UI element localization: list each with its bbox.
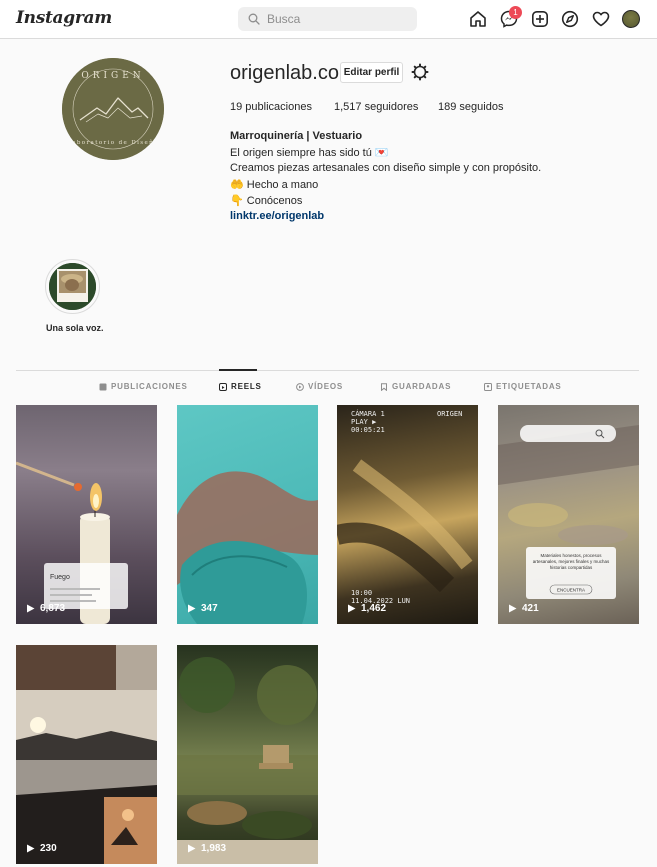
profile-username: origenlab.co [230, 62, 339, 84]
reels-icon [219, 382, 227, 391]
edit-profile-button[interactable]: Editar perfil [340, 62, 403, 83]
reel-thumbnail: CÁMARA 1 PLAY ▶ 00:05:21 ORIGEN 10:00 11… [337, 409, 473, 605]
bio-line: 👇 Conócenos [230, 195, 303, 207]
reel-overlay-button: ENCUENTRA [557, 588, 585, 593]
reel-views: 1,983 [201, 843, 227, 854]
reel-thumbnail: Materiales honestos, procesos artesanale… [498, 425, 639, 599]
reel-views: 6,873 [40, 603, 66, 614]
grid-icon [99, 383, 107, 390]
tab-etiquetadas[interactable]: ETIQUETADAS [484, 382, 562, 391]
tag-icon [484, 382, 492, 391]
reel-play-count: 6,873 [26, 603, 65, 614]
bio-line: 🤲 Hecho a mano [230, 179, 319, 191]
top-nav-bar: Instagram Busca 1 [0, 0, 657, 39]
logo-subtext: Laboratorio de Diseño [67, 139, 159, 146]
reel-views: 230 [40, 843, 57, 854]
reel-overlay-cam: CÁMARA 1 [351, 409, 385, 418]
reel-play-count: 421 [508, 603, 539, 614]
play-icon [188, 604, 196, 613]
bio-line: El origen siempre has sido tú 💌 [230, 147, 389, 159]
posts-count: 19 publicaciones [230, 101, 312, 113]
tab-label: REELS [231, 382, 262, 391]
explore-icon[interactable] [561, 10, 579, 28]
reel-play-count: 1,983 [187, 843, 226, 854]
tab-label: GUARDADAS [392, 382, 452, 391]
reel-thumbnail [177, 471, 318, 624]
reel-views: 1,462 [361, 603, 387, 614]
reel-overlay-play: PLAY ▶ [351, 418, 377, 426]
play-icon [27, 604, 35, 613]
origen-logo: ORIGEN Laboratorio de Diseño [62, 58, 164, 160]
search-input[interactable]: Busca [238, 7, 417, 31]
reel-overlay-clock: 10:00 [351, 589, 372, 597]
settings-gear-icon[interactable] [411, 63, 429, 81]
activity-heart-icon[interactable] [592, 10, 610, 28]
new-post-icon[interactable] [531, 10, 549, 28]
reel-thumbnail: Fuego [16, 461, 128, 624]
reel-overlay-brand: ORIGEN [437, 410, 462, 418]
reel-play-count: 347 [187, 603, 218, 614]
active-tab-indicator [219, 369, 257, 371]
reel-thumbnail [16, 645, 157, 864]
profile-avatar[interactable] [622, 10, 640, 28]
home-icon[interactable] [469, 10, 487, 28]
play-icon [27, 844, 35, 853]
tab-label: PUBLICACIONES [111, 382, 188, 391]
reel-tile[interactable]: Materiales honestos, procesos artesanale… [498, 405, 639, 624]
bookmark-icon [381, 382, 387, 391]
reel-tile[interactable]: Fuego 6,873 [16, 405, 157, 624]
followers-link[interactable]: 1,517 seguidores [334, 101, 418, 113]
reel-tile[interactable]: 347 [177, 405, 318, 624]
instagram-logo[interactable]: Instagram [16, 8, 112, 28]
reel-views: 421 [522, 603, 539, 614]
bio-line: Creamos piezas artesanales con diseño si… [230, 162, 542, 174]
reel-play-count: 230 [26, 843, 57, 854]
notification-badge: 1 [509, 6, 522, 19]
play-icon [348, 604, 356, 613]
bio-name: Marroquinería | Vestuario [230, 130, 363, 142]
tab-guardadas[interactable]: GUARDADAS [380, 382, 451, 391]
search-icon [248, 13, 260, 25]
video-icon [296, 382, 304, 391]
reel-tile[interactable]: CÁMARA 1 PLAY ▶ 00:05:21 ORIGEN 10:00 11… [337, 405, 478, 624]
reel-views: 347 [201, 603, 218, 614]
tab-videos[interactable]: VÍDEOS [296, 382, 343, 391]
play-icon [188, 844, 196, 853]
tabs-divider [16, 370, 639, 371]
tab-publicaciones[interactable]: PUBLICACIONES [99, 382, 188, 391]
logo-text: ORIGEN [81, 71, 144, 81]
reel-overlay-time: 00:05:21 [351, 426, 385, 434]
reel-overlay-title: Fuego [50, 574, 70, 581]
play-icon [509, 604, 517, 613]
search-placeholder: Busca [267, 12, 301, 26]
tab-label: ETIQUETADAS [496, 382, 562, 391]
bio-link[interactable]: linktr.ee/origenlab [230, 210, 324, 222]
following-link[interactable]: 189 seguidos [438, 101, 503, 113]
profile-picture[interactable]: ORIGEN Laboratorio de Diseño [62, 58, 164, 160]
reel-tile[interactable]: 1,983 [177, 645, 318, 864]
reel-thumbnail [177, 657, 318, 864]
reel-tile[interactable]: 230 [16, 645, 157, 864]
tab-reels[interactable]: REELS [219, 382, 262, 391]
reel-play-count: 1,462 [347, 603, 386, 614]
story-highlight-cover[interactable] [49, 263, 96, 310]
story-highlight-label: Una sola voz. [46, 323, 104, 333]
reel-overlay-text: Materiales honestos, procesos artesanale… [532, 553, 610, 570]
tab-label: VÍDEOS [308, 382, 344, 391]
